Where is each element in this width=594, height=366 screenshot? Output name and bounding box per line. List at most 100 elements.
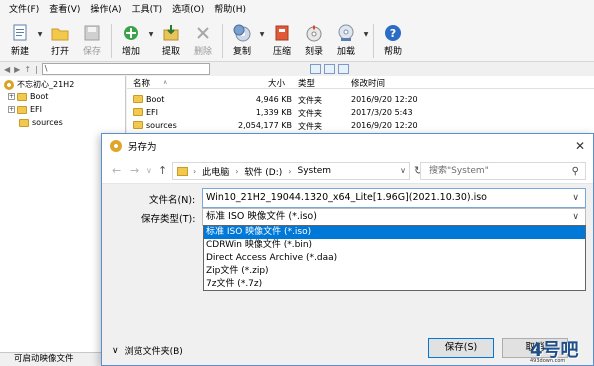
add-dropdown-arrow[interactable]: ▼ xyxy=(147,20,155,62)
menu-options[interactable]: 选项(O) xyxy=(167,0,209,20)
tree-item-efi[interactable]: + EFI xyxy=(8,105,42,114)
column-type[interactable]: 类型 xyxy=(298,77,315,89)
folder-icon xyxy=(133,95,143,103)
compress-button[interactable]: 压缩 xyxy=(266,20,298,62)
filetype-option[interactable]: 7z文件 (*.7z) xyxy=(204,278,585,291)
new-dropdown-arrow[interactable]: ▼ xyxy=(36,20,44,62)
open-button[interactable]: 打开 xyxy=(44,20,76,62)
delete-button[interactable]: 删除 xyxy=(187,20,219,62)
filename-field[interactable]: Win10_21H2_19044.1320_x64_Lite[1.96G](20… xyxy=(202,188,586,208)
table-row[interactable]: sources 2,054,177 KB 文件夹 2016/9/20 12:20 xyxy=(127,119,594,132)
save-toolbar-button[interactable]: 保存 xyxy=(76,20,108,62)
mount-label: 加载 xyxy=(336,47,355,57)
breadcrumb-item[interactable]: 软件 (D:) xyxy=(244,165,282,178)
folder-icon xyxy=(177,166,188,176)
extract-button[interactable]: 提取 xyxy=(155,20,187,62)
save-disk-icon xyxy=(82,24,102,42)
copy-dropdown-arrow[interactable]: ▼ xyxy=(258,20,266,62)
address-input[interactable]: \ xyxy=(41,63,210,75)
forward-icon[interactable]: ▶ xyxy=(14,65,20,74)
back-arrow-icon[interactable]: ← xyxy=(112,164,121,177)
mount-dropdown-arrow[interactable]: ▼ xyxy=(362,20,370,62)
dialog-nav-bar: ← → ∨ ↑ › 此电脑 › 软件 (D:) › System ∨ ↻ 搜索"… xyxy=(102,158,593,184)
table-row[interactable]: Boot 4,946 KB 文件夹 2016/9/20 12:20 xyxy=(127,93,594,106)
dialog-titlebar[interactable]: 另存为 ✕ xyxy=(102,134,593,158)
open-label: 打开 xyxy=(50,47,69,57)
tree-item-label: Boot xyxy=(30,92,49,101)
browse-folders-toggle[interactable]: ∨ 浏览文件夹(B) xyxy=(112,344,183,358)
filetype-option[interactable]: Direct Access Archive (*.daa) xyxy=(204,252,585,265)
chevron-down-icon[interactable]: ∨ xyxy=(572,189,579,207)
row-size: 1,339 KB xyxy=(255,108,292,117)
table-row[interactable]: EFI 1,339 KB 文件夹 2017/3/20 5:43 xyxy=(127,106,594,119)
expand-icon[interactable]: + xyxy=(8,93,15,100)
folder-view-icon[interactable] xyxy=(309,64,321,74)
folder-icon xyxy=(133,121,143,129)
new-button[interactable]: 新建 xyxy=(4,20,36,62)
toolbar-separator xyxy=(222,24,223,58)
copy-button[interactable]: 复制 xyxy=(226,20,258,62)
expand-icon[interactable]: + xyxy=(8,106,15,113)
tree-item-sources[interactable]: sources xyxy=(19,118,63,127)
up-arrow-icon[interactable]: ↑ xyxy=(158,164,167,177)
breadcrumb-item[interactable]: 此电脑 xyxy=(202,165,229,178)
row-modified: 2016/9/20 12:20 xyxy=(351,95,418,104)
save-button[interactable]: 保存(S) xyxy=(428,338,494,358)
burn-button[interactable]: 刻录 xyxy=(298,20,330,62)
chevron-down-icon: ∨ xyxy=(112,345,119,356)
menu-view[interactable]: 查看(V) xyxy=(44,0,85,20)
folder-icon xyxy=(19,118,29,127)
svg-text:?: ? xyxy=(390,27,396,40)
menu-tools[interactable]: 工具(T) xyxy=(127,0,168,20)
menu-file[interactable]: 文件(F) xyxy=(4,0,44,20)
mount-icon xyxy=(336,24,356,42)
filetype-option[interactable]: CDRWin 映像文件 (*.bin) xyxy=(204,239,585,252)
mount-button[interactable]: 加载 xyxy=(330,20,362,62)
open-folder-icon xyxy=(50,24,70,42)
list-view-icon[interactable] xyxy=(323,64,335,74)
tree-root[interactable]: 不忘初心_21H2 xyxy=(4,79,74,90)
file-list-header: 名称 ∧ 大小 类型 修改时间 xyxy=(127,76,594,89)
row-name: Boot xyxy=(146,95,165,104)
column-size[interactable]: 大小 xyxy=(268,77,285,89)
breadcrumb-chevron-icon: › xyxy=(193,166,197,176)
column-name[interactable]: 名称 xyxy=(133,77,150,89)
menu-bar: 文件(F) 查看(V) 操作(A) 工具(T) 选项(O) 帮助(H) xyxy=(0,0,594,20)
menu-help[interactable]: 帮助(H) xyxy=(209,0,251,20)
extract-label: 提取 xyxy=(161,47,180,57)
filetype-option[interactable]: 标准 ISO 映像文件 (*.iso) xyxy=(204,226,585,239)
search-input[interactable]: 搜索"System" ⚲ xyxy=(420,162,586,180)
toolbar-separator xyxy=(373,24,374,58)
help-label: 帮助 xyxy=(383,47,402,57)
row-name: EFI xyxy=(146,108,159,117)
row-modified: 2016/9/20 12:20 xyxy=(351,121,418,130)
help-button[interactable]: ? 帮助 xyxy=(377,20,409,62)
copy-label: 复制 xyxy=(232,47,251,57)
site-watermark-logo: 4号吧 493down.com xyxy=(530,336,592,364)
close-icon[interactable]: ✕ xyxy=(575,139,585,153)
toolbar-separator xyxy=(111,24,112,58)
delete-label: 删除 xyxy=(193,47,212,57)
recent-dropdown-icon[interactable]: ∨ xyxy=(146,166,152,175)
filetype-option[interactable]: Zip文件 (*.zip) xyxy=(204,265,585,278)
forward-arrow-icon[interactable]: → xyxy=(130,164,139,177)
filetype-select[interactable]: 标准 ISO 映像文件 (*.iso) ∨ xyxy=(202,208,586,226)
search-placeholder: 搜索"System" xyxy=(429,166,489,176)
menu-action[interactable]: 操作(A) xyxy=(85,0,126,20)
search-icon: ⚲ xyxy=(571,166,579,177)
breadcrumb[interactable]: › 此电脑 › 软件 (D:) › System ∨ xyxy=(172,162,410,180)
back-icon[interactable]: ◀ xyxy=(4,65,10,74)
disc-image-icon xyxy=(4,79,14,90)
filename-value: Win10_21H2_19044.1320_x64_Lite[1.96G](20… xyxy=(206,192,487,203)
up-icon[interactable]: ↑ xyxy=(24,65,31,74)
column-modified[interactable]: 修改时间 xyxy=(351,77,385,89)
detail-view-icon[interactable] xyxy=(337,64,349,74)
tree-item-boot[interactable]: + Boot xyxy=(8,92,48,101)
chevron-down-icon[interactable]: ∨ xyxy=(572,209,579,225)
chevron-down-icon[interactable]: ∨ xyxy=(400,166,406,175)
save-as-dialog: 另存为 ✕ ← → ∨ ↑ › 此电脑 › 软件 (D:) › System ∨… xyxy=(101,133,594,366)
add-button[interactable]: 增加 xyxy=(115,20,147,62)
copy-disc-icon xyxy=(232,24,252,42)
breadcrumb-item[interactable]: System xyxy=(297,166,331,176)
filename-label: 文件名(N): xyxy=(149,195,196,206)
